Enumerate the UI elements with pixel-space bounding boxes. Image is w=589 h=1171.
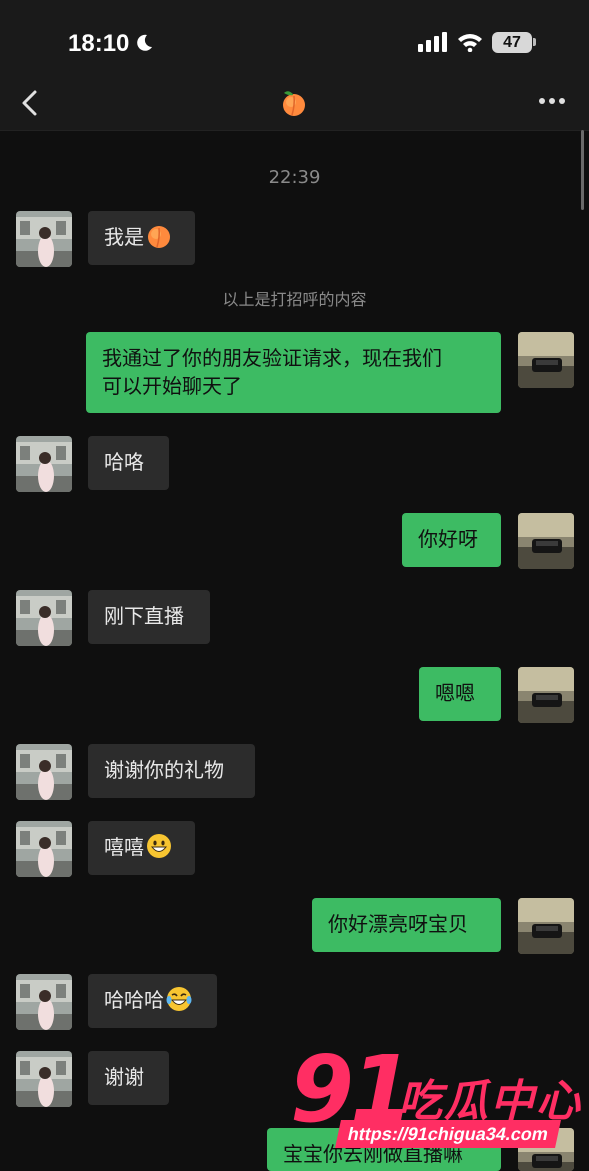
more-options-icon[interactable] [538, 96, 566, 106]
outgoing-message-bubble[interactable]: 嗯嗯 [419, 667, 501, 721]
watermark-logo: 91 吃瓜中心 https://91chigua34.com [290, 1040, 589, 1171]
contact-avatar[interactable] [16, 744, 72, 800]
contact-avatar[interactable] [16, 974, 72, 1030]
contact-avatar[interactable] [16, 211, 72, 267]
do-not-disturb-moon-icon [137, 34, 152, 51]
outgoing-message-bubble[interactable]: 你好呀 [402, 513, 501, 567]
peach-emoji-icon [283, 91, 305, 116]
my-avatar[interactable] [518, 667, 574, 723]
my-avatar[interactable] [518, 513, 574, 569]
message-timestamp: 22:39 [268, 167, 321, 188]
my-avatar[interactable] [518, 332, 574, 388]
peach-emoji-icon [148, 226, 170, 248]
message-text: 哈咯 [104, 450, 144, 474]
incoming-message-bubble[interactable]: 哈咯 [88, 436, 169, 490]
wifi-icon [458, 34, 482, 52]
system-notice: 以上是打招呼的内容 [222, 290, 367, 309]
cellular-signal-icon [418, 32, 447, 52]
outgoing-message-bubble[interactable]: 我通过了你的朋友验证请求，现在我们 可以开始聊天了 [86, 332, 501, 413]
tears-of-joy-emoji-icon [166, 987, 192, 1011]
message-text: 我是 [104, 225, 144, 249]
message-text-line: 我通过了你的朋友验证请求，现在我们 [102, 346, 442, 370]
contact-avatar[interactable] [16, 821, 72, 877]
back-chevron-icon[interactable] [16, 88, 44, 118]
message-text: 刚下直播 [104, 604, 184, 628]
message-text: 谢谢 [104, 1065, 144, 1089]
my-avatar[interactable] [518, 898, 574, 954]
message-text: 谢谢你的礼物 [104, 758, 224, 782]
battery-level: 47 [492, 32, 532, 53]
message-text: 你好呀 [418, 527, 478, 551]
incoming-message-bubble[interactable]: 嘻嘻 [88, 821, 195, 875]
incoming-message-bubble[interactable]: 刚下直播 [88, 590, 210, 644]
incoming-message-bubble[interactable]: 哈哈哈 [88, 974, 217, 1028]
clock-time: 18:10 [68, 30, 130, 57]
contact-avatar[interactable] [16, 436, 72, 492]
incoming-message-bubble[interactable]: 谢谢你的礼物 [88, 744, 255, 798]
chat-header [0, 78, 589, 131]
message-text: 嗯嗯 [435, 681, 475, 705]
watermark-url: https://91chigua34.com [335, 1120, 562, 1148]
message-text: 嘻嘻 [104, 835, 144, 859]
contact-avatar[interactable] [16, 590, 72, 646]
outgoing-message-bubble[interactable]: 你好漂亮呀宝贝 [312, 898, 501, 952]
message-text: 哈哈哈 [104, 988, 164, 1012]
contact-avatar[interactable] [16, 1051, 72, 1107]
message-text-line: 可以开始聊天了 [102, 374, 242, 398]
grinning-face-emoji-icon [147, 834, 171, 858]
message-text: 你好漂亮呀宝贝 [328, 912, 468, 936]
incoming-message-bubble[interactable]: 谢谢 [88, 1051, 169, 1105]
battery-tip [533, 38, 536, 46]
incoming-message-bubble[interactable]: 我是 [88, 211, 195, 265]
status-bar: 18:10 47 [0, 0, 589, 78]
